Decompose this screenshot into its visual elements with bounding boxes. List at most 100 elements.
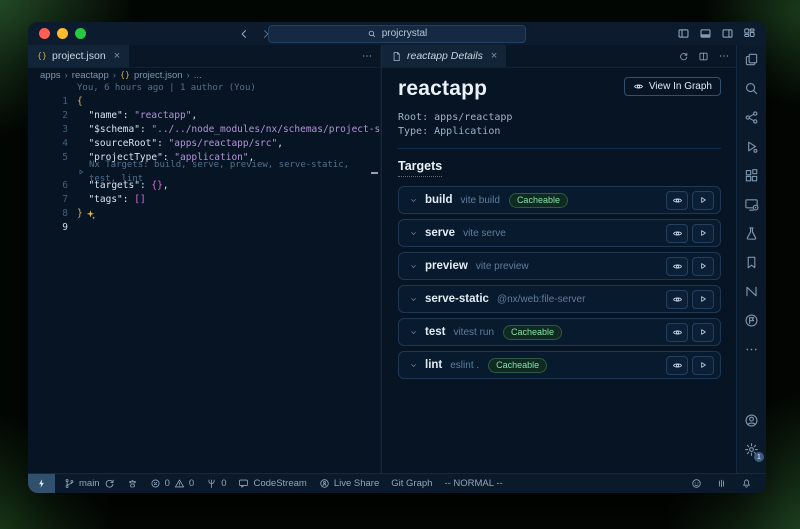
bookmarks-icon[interactable]	[737, 248, 766, 277]
target-command: vite serve	[463, 228, 506, 239]
target-row-serve-static[interactable]: serve-static@nx/web:file-server	[398, 285, 721, 313]
toggle-secondary-sidebar-icon[interactable]	[721, 27, 734, 40]
view-target-button[interactable]	[666, 224, 688, 243]
close-tab-icon[interactable]: ×	[114, 50, 120, 62]
more-views-icon[interactable]	[737, 335, 766, 364]
back-icon[interactable]	[238, 28, 250, 40]
target-row-lint[interactable]: linteslint .Cacheable	[398, 351, 721, 379]
extensions-icon[interactable]	[737, 161, 766, 190]
chevron-down-icon[interactable]	[409, 229, 418, 238]
tab-label: reactapp Details	[407, 50, 483, 62]
chevron-down-icon[interactable]	[409, 361, 418, 370]
code-line[interactable]: 8}	[28, 207, 380, 221]
target-command: @nx/web:file-server	[497, 294, 586, 305]
status-copilot[interactable]	[685, 474, 708, 493]
code-editor[interactable]: You, 6 hours ago | 1 author (You)1{2 "na…	[28, 81, 380, 474]
view-target-button[interactable]	[666, 290, 688, 309]
vscode-window: projcrystal project.json × ap	[28, 22, 766, 493]
status-vim-mode[interactable]: -- NORMAL --	[438, 474, 508, 493]
view-target-button[interactable]	[666, 356, 688, 375]
json-file-icon	[37, 51, 47, 61]
activity-bar: 1	[736, 45, 766, 474]
settings-icon[interactable]: 1	[737, 435, 766, 464]
target-row-serve[interactable]: servevite serve	[398, 219, 721, 247]
run-debug-icon[interactable]	[737, 132, 766, 161]
refresh-icon[interactable]	[678, 51, 689, 62]
view-in-graph-button[interactable]: View In Graph	[624, 77, 721, 96]
code-line[interactable]: 4 "sourceRoot": "apps/reactapp/src",	[28, 137, 380, 151]
run-target-button[interactable]	[692, 191, 714, 210]
run-target-button[interactable]	[692, 257, 714, 276]
status-git-graph[interactable]: Git Graph	[385, 474, 438, 493]
view-target-button[interactable]	[666, 323, 688, 342]
status-equalizer[interactable]	[710, 474, 733, 493]
copilot-icon	[691, 478, 702, 489]
code-text: "sourceRoot": "apps/reactapp/src",	[77, 137, 283, 151]
status-live-share[interactable]: Live Share	[313, 474, 385, 493]
close-window-button[interactable]	[39, 28, 50, 39]
breadcrumb-reactapp[interactable]: reactapp	[72, 70, 109, 81]
explorer-icon[interactable]	[737, 45, 766, 74]
status-git-branch[interactable]: main	[58, 474, 121, 493]
account-icon[interactable]	[737, 406, 766, 435]
run-target-button[interactable]	[692, 224, 714, 243]
status-remote-indicator[interactable]	[28, 474, 55, 493]
view-target-button[interactable]	[666, 191, 688, 210]
customize-layout-icon[interactable]	[743, 27, 756, 40]
codelens-link[interactable]: You, 6 hours ago | 1 author (You)	[77, 81, 256, 95]
status-codestream[interactable]: CodeStream	[232, 474, 312, 493]
zoom-window-button[interactable]	[75, 28, 86, 39]
toggle-primary-sidebar-icon[interactable]	[677, 27, 690, 40]
status-pet[interactable]	[121, 474, 144, 493]
target-row-preview[interactable]: previewvite preview	[398, 252, 721, 280]
breadcrumb-project-json[interactable]: project.json	[134, 70, 183, 81]
code-text: {	[77, 95, 83, 109]
editor-group-right: reactapp Details × reactapp View In Grap…	[381, 45, 737, 474]
chevron-down-icon[interactable]	[409, 328, 418, 337]
minimize-window-button[interactable]	[57, 28, 68, 39]
breadcrumb-apps[interactable]: apps	[40, 70, 61, 81]
target-command: eslint .	[450, 360, 479, 371]
chevron-down-icon[interactable]	[409, 295, 418, 304]
search-icon[interactable]	[737, 74, 766, 103]
tab-reactapp-details[interactable]: reactapp Details ×	[382, 45, 506, 67]
target-row-build[interactable]: buildvite buildCacheable	[398, 186, 721, 214]
chevron-down-icon[interactable]	[409, 262, 418, 271]
source-control-icon[interactable]	[737, 103, 766, 132]
breadcrumb-symbol[interactable]: ...	[194, 70, 202, 81]
code-line[interactable]: 7 "tags": []	[28, 193, 380, 207]
code-line[interactable]: 1{	[28, 95, 380, 109]
run-target-button[interactable]	[692, 290, 714, 309]
pet-icon	[127, 478, 138, 489]
status-notifications[interactable]	[735, 474, 758, 493]
more-actions-icon[interactable]	[718, 50, 730, 62]
chevron-down-icon[interactable]	[409, 196, 418, 205]
code-line[interactable]: 9	[28, 221, 380, 235]
comment-icon	[238, 478, 249, 489]
run-target-button[interactable]	[692, 356, 714, 375]
status-problems[interactable]: 00	[144, 474, 201, 493]
nx-console-icon[interactable]	[737, 277, 766, 306]
code-line[interactable]: 2 "name": "reactapp",	[28, 109, 380, 123]
status-fork-count[interactable]: 0	[200, 474, 232, 493]
gitlens-icon[interactable]	[737, 306, 766, 335]
testing-icon[interactable]	[737, 219, 766, 248]
target-row-test[interactable]: testvitest runCacheable	[398, 318, 721, 346]
code-line[interactable]: 3 "$schema": "../../node_modules/nx/sche…	[28, 123, 380, 137]
view-target-button[interactable]	[666, 257, 688, 276]
codelens-line[interactable]: Nx Targets: build, serve, preview, serve…	[28, 165, 380, 179]
target-name: preview	[425, 260, 468, 272]
remote-explorer-icon[interactable]	[737, 190, 766, 219]
more-actions-icon[interactable]	[361, 50, 373, 62]
close-tab-icon[interactable]: ×	[491, 50, 497, 62]
split-editor-icon[interactable]	[698, 51, 709, 62]
status-label: 0	[189, 478, 194, 489]
run-target-button[interactable]	[692, 323, 714, 342]
traffic-lights	[39, 28, 86, 39]
tab-project-json[interactable]: project.json ×	[28, 45, 129, 67]
toggle-panel-icon[interactable]	[699, 27, 712, 40]
command-center-search[interactable]: projcrystal	[268, 25, 526, 43]
status-label: Git Graph	[391, 478, 432, 489]
fork-icon	[206, 478, 217, 489]
codelens-line[interactable]: You, 6 hours ago | 1 author (You)	[28, 81, 380, 95]
